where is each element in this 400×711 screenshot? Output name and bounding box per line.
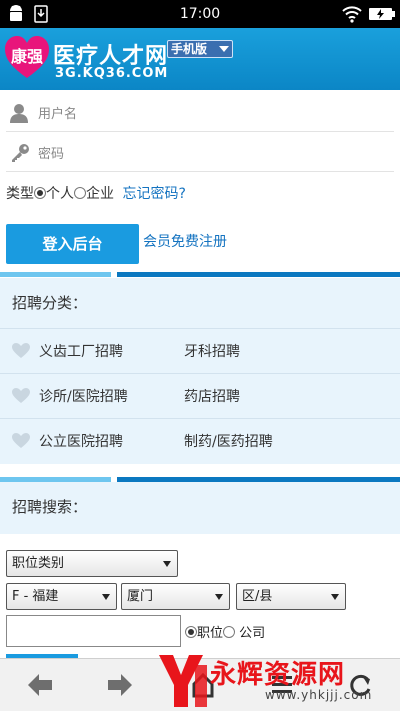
district-select[interactable]: 区/县 bbox=[236, 583, 346, 610]
user-icon bbox=[10, 104, 28, 123]
province-select[interactable]: F - 福建 bbox=[6, 583, 117, 610]
radio-position-label: 职位 bbox=[197, 626, 224, 641]
job-category-select[interactable]: 职位类别 bbox=[6, 550, 178, 577]
register-link[interactable]: 会员免费注册 bbox=[143, 231, 227, 251]
category-link[interactable]: 牙科招聘 bbox=[184, 341, 240, 361]
logo-badge-text: 康强 bbox=[10, 47, 43, 66]
category-row: 义齿工厂招聘 牙科招聘 bbox=[0, 328, 400, 373]
heart-icon bbox=[12, 388, 30, 403]
section-divider bbox=[0, 272, 400, 277]
category-link[interactable]: 诊所/医院招聘 bbox=[39, 386, 128, 406]
radio-position[interactable] bbox=[185, 626, 197, 638]
search-panel: 招聘搜索： bbox=[0, 482, 400, 534]
clock: 17:00 bbox=[179, 6, 221, 22]
radio-personal[interactable] bbox=[34, 187, 46, 199]
battery-icon bbox=[369, 8, 395, 20]
mobile-version-label: 手机版 bbox=[171, 42, 208, 56]
watermark: 永辉资源网 www.yhkjjj.com bbox=[155, 650, 400, 711]
watermark-logo-icon bbox=[159, 655, 207, 707]
category-link[interactable]: 公立医院招聘 bbox=[39, 431, 123, 451]
radio-personal-label: 个人 bbox=[46, 186, 74, 202]
radio-search-company[interactable] bbox=[223, 626, 236, 638]
search-title: 招聘搜索： bbox=[12, 498, 88, 516]
account-type-label: 类型 bbox=[6, 186, 34, 202]
dropdown-arrow-icon bbox=[331, 594, 339, 600]
mobile-version-dropdown[interactable]: 手机版 bbox=[167, 40, 233, 58]
keyword-input[interactable] bbox=[6, 615, 181, 647]
city-select[interactable]: 厦门 bbox=[121, 583, 230, 610]
job-category-value: 职位类别 bbox=[12, 556, 65, 571]
radio-company-label: 企业 bbox=[86, 186, 114, 202]
category-row: 诊所/医院招聘 药店招聘 bbox=[0, 373, 400, 418]
category-panel: 招聘分类： 义齿工厂招聘 牙科招聘 诊所/医院招聘 药店招聘 公立医院招聘 制药… bbox=[0, 278, 400, 464]
watermark-text: 永辉资源网 bbox=[210, 660, 346, 690]
province-value: F - 福建 bbox=[12, 589, 59, 604]
watermark-url: www.yhkjjj.com bbox=[265, 688, 373, 702]
category-link[interactable]: 药店招聘 bbox=[184, 386, 240, 406]
username-field bbox=[6, 96, 394, 132]
status-bar: 17:00 bbox=[0, 0, 400, 28]
radio-company[interactable] bbox=[74, 187, 86, 199]
site-header: 康强 医疗人才网 3G.KQ36.COM 手机版 bbox=[0, 28, 400, 90]
wifi-icon bbox=[342, 6, 362, 23]
site-domain: 3G.KQ36.COM bbox=[55, 66, 169, 81]
forward-arrow-icon[interactable] bbox=[106, 672, 134, 698]
key-icon bbox=[12, 144, 29, 162]
category-link[interactable]: 制药/医药招聘 bbox=[184, 431, 273, 451]
category-title: 招聘分类： bbox=[12, 294, 88, 312]
account-type-row: 类型 个人 企业 忘记密码? bbox=[6, 183, 186, 203]
dropdown-arrow-icon bbox=[215, 594, 223, 600]
city-value: 厦门 bbox=[127, 589, 154, 604]
heart-icon bbox=[12, 433, 30, 448]
category-link[interactable]: 义齿工厂招聘 bbox=[39, 341, 123, 361]
password-input[interactable] bbox=[38, 140, 378, 168]
district-value: 区/县 bbox=[242, 589, 273, 604]
heart-icon bbox=[12, 343, 30, 358]
chevron-down-icon bbox=[219, 46, 229, 52]
username-input[interactable] bbox=[38, 100, 378, 128]
back-arrow-icon[interactable] bbox=[26, 672, 54, 698]
dropdown-arrow-icon bbox=[163, 561, 171, 567]
radio-search-company-label: 公司 bbox=[239, 626, 266, 641]
dropdown-arrow-icon bbox=[102, 594, 110, 600]
forgot-password-link[interactable]: 忘记密码? bbox=[122, 186, 185, 202]
login-button[interactable]: 登入后台 bbox=[6, 224, 139, 264]
category-row: 公立医院招聘 制药/医药招聘 bbox=[0, 418, 400, 463]
search-type-row: 职位 公司 bbox=[185, 622, 265, 641]
password-field bbox=[6, 136, 394, 172]
